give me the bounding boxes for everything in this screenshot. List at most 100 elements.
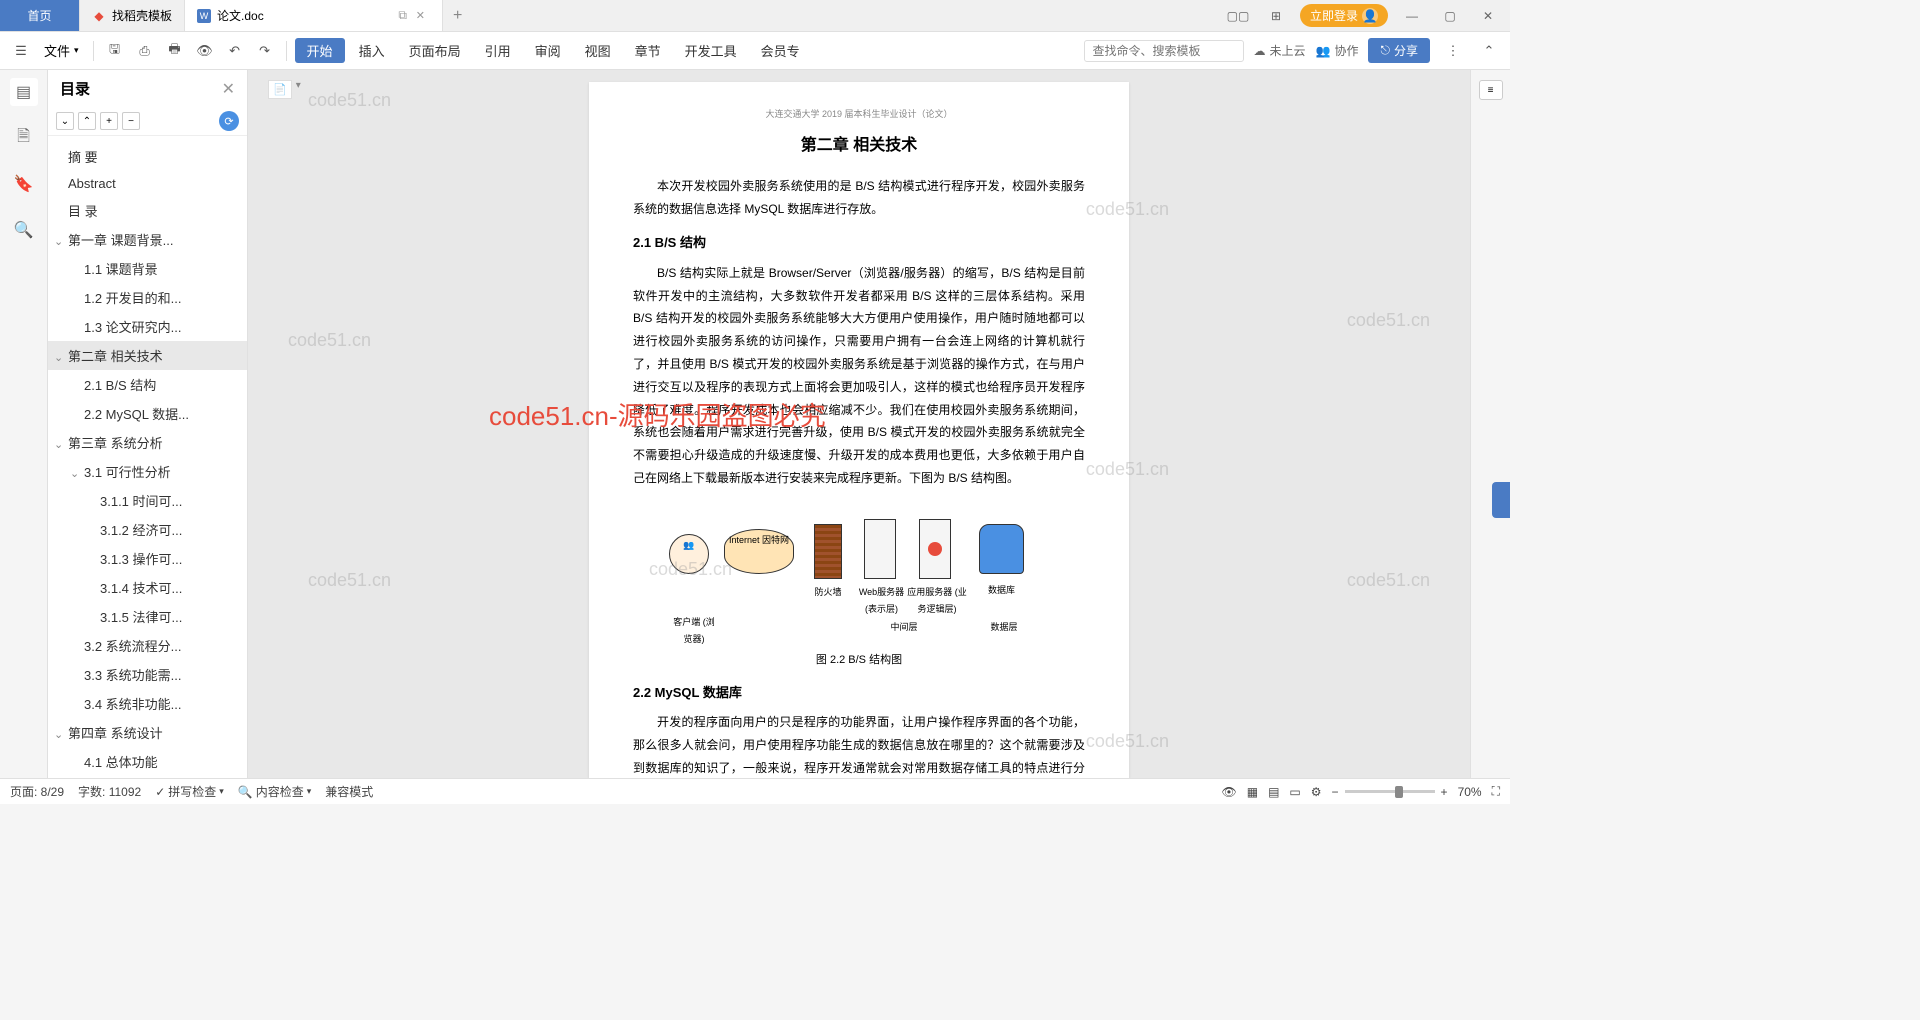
toc-collapse-icon[interactable]: ⌄ [56,112,74,130]
toc-item[interactable]: 1.1 课题背景 [48,254,247,283]
print-icon[interactable]: 🖶 [162,38,188,64]
layout-icon[interactable]: ▢▢ [1224,9,1252,23]
close-panel-icon[interactable]: ✕ [222,79,235,99]
toc-item[interactable]: 3.1 可行性分析 [48,457,247,486]
ribbon-tab-member[interactable]: 会员专 [751,41,810,60]
ribbon-tab-view[interactable]: 视图 [575,41,621,60]
view-eye-icon[interactable]: 👁 [1222,785,1237,799]
grid-icon[interactable]: ⊞ [1262,9,1290,23]
watermark: code51.cn [288,330,371,351]
search-input[interactable] [1084,40,1244,62]
toc-add-icon[interactable]: + [100,112,118,130]
zoom-out-icon[interactable]: − [1332,785,1339,799]
view-settings-icon[interactable]: ⚙ [1311,785,1322,799]
close-icon[interactable]: ✕ [1474,9,1502,23]
zoom-value[interactable]: 70% [1458,785,1482,799]
collab-button[interactable]: 👥协作 [1316,42,1359,59]
float-tab[interactable] [1492,482,1510,518]
toc-item[interactable]: 第三章 系统分析 [48,428,247,457]
watermark: code51.cn [1347,570,1430,591]
page-status[interactable]: 页面: 8/29 [10,783,64,800]
toc-item[interactable]: 3.1.1 时间可... [48,486,247,515]
paragraph: B/S 结构实际上就是 Browser/Server（浏览器/服务器）的缩写，B… [633,262,1085,490]
add-tab-button[interactable]: + [443,0,473,31]
paragraph: 本次开发校园外卖服务系统使用的是 B/S 结构模式进行程序开发，校园外卖服务系统… [633,175,1085,221]
more-icon[interactable]: ⋮ [1440,38,1466,64]
toc-item[interactable]: 目 录 [48,196,247,225]
redo-icon[interactable]: ↷ [252,38,278,64]
tab-template[interactable]: ◆ 找稻壳模板 [80,0,185,31]
export-icon[interactable]: ⎙ [132,38,158,64]
share-icon: ⎋ [1380,43,1390,58]
toc-item[interactable]: 3.3 系统功能需... [48,660,247,689]
spellcheck-status[interactable]: ✓拼写检查▾ [155,783,224,800]
share-button[interactable]: ⎋分享 [1368,38,1430,63]
view-web-icon[interactable]: ▤ [1268,785,1279,799]
toc-item[interactable]: 1.2 开发目的和... [48,283,247,312]
diag-appserver [919,519,951,579]
chapter-title: 第二章 相关技术 [633,131,1085,161]
search-icon[interactable]: 🔍 [10,216,38,244]
ribbon-tab-chapter[interactable]: 章节 [625,41,671,60]
slider-track[interactable] [1345,790,1435,793]
ribbon-tab-reference[interactable]: 引用 [475,41,521,60]
word-count[interactable]: 字数: 11092 [78,783,141,800]
diag-database [979,524,1024,574]
fullscreen-icon[interactable]: ⛶ [1492,784,1500,799]
note-icon[interactable]: 🗎 [10,124,38,152]
toc-remove-icon[interactable]: − [122,112,140,130]
bookmark-icon[interactable]: 🔖 [10,170,38,198]
toc-item[interactable]: 第一章 课题背景... [48,225,247,254]
zoom-slider[interactable]: − + [1332,785,1448,799]
ribbon-tab-review[interactable]: 审阅 [525,41,571,60]
save-icon[interactable]: 🖫 [102,38,128,64]
page-nav-icon[interactable]: 📄 [268,80,292,99]
toc-expand-icon[interactable]: ⌃ [78,112,96,130]
page-header: 大连交通大学 2019 届本科生毕业设计（论文） [633,106,1085,123]
diag-web-label: Web服务器 (表示层) [854,584,909,618]
diag-firewall [814,524,842,579]
expand-panel-icon[interactable]: ≡ [1479,80,1503,100]
toc-item[interactable]: 4.1 总体功能 [48,747,247,776]
toc-item[interactable]: 3.1.3 操作可... [48,544,247,573]
close-tab-icon[interactable]: ✕ [416,9,430,23]
cloud-status[interactable]: ☁未上云 [1254,42,1306,59]
toc-item[interactable]: 2.1 B/S 结构 [48,370,247,399]
zoom-in-icon[interactable]: + [1441,785,1448,799]
toc-item[interactable]: 3.4 系统非功能... [48,689,247,718]
toc-item[interactable]: 1.3 论文研究内... [48,312,247,341]
minimize-icon[interactable]: — [1398,9,1426,23]
document-area[interactable]: code51.cn code51.cn code51.cn 📄 ▾ 大连交通大学… [248,70,1470,778]
login-button[interactable]: 立即登录 👤 [1300,4,1388,27]
toc-item[interactable]: 摘 要 [48,142,247,171]
ribbon-tab-insert[interactable]: 插入 [349,41,395,60]
toc-item[interactable]: 3.1.2 经济可... [48,515,247,544]
toc-item[interactable]: 2.2 MySQL 数据... [48,399,247,428]
outline-icon[interactable]: ▤ [10,78,38,106]
toc-item[interactable]: 第二章 相关技术 [48,341,247,370]
ribbon-tab-start[interactable]: 开始 [295,38,345,63]
view-outline-icon[interactable]: ▭ [1289,785,1300,799]
maximize-icon[interactable]: ▢ [1436,9,1464,23]
chevron-down-icon[interactable]: ▾ [296,80,301,99]
toc-item[interactable]: 第四章 系统设计 [48,718,247,747]
toc-item[interactable]: 3.1.5 法律可... [48,602,247,631]
toc-item[interactable]: Abstract [48,171,247,196]
ribbon-tab-dev[interactable]: 开发工具 [675,41,747,60]
search-icon: 🔍 [238,785,253,799]
file-menu[interactable]: 文件▾ [38,41,85,60]
toc-item[interactable]: 3.2 系统流程分... [48,631,247,660]
detach-icon[interactable]: ⧉ [396,9,410,23]
toc-item[interactable]: 3.1.4 技术可... [48,573,247,602]
tab-document[interactable]: W 论文.doc ⧉ ✕ [185,0,443,31]
collapse-ribbon-icon[interactable]: ⌃ [1476,38,1502,64]
undo-icon[interactable]: ↶ [222,38,248,64]
preview-icon[interactable]: 👁 [192,38,218,64]
menu-icon[interactable]: ☰ [8,38,34,64]
content-check-status[interactable]: 🔍内容检查▾ [238,783,312,800]
tab-home[interactable]: 首页 [0,0,80,31]
watermark: code51.cn [308,90,391,111]
toc-refresh-icon[interactable]: ⟳ [219,111,239,131]
view-layout-icon[interactable]: ▦ [1247,785,1258,799]
ribbon-tab-layout[interactable]: 页面布局 [399,41,471,60]
